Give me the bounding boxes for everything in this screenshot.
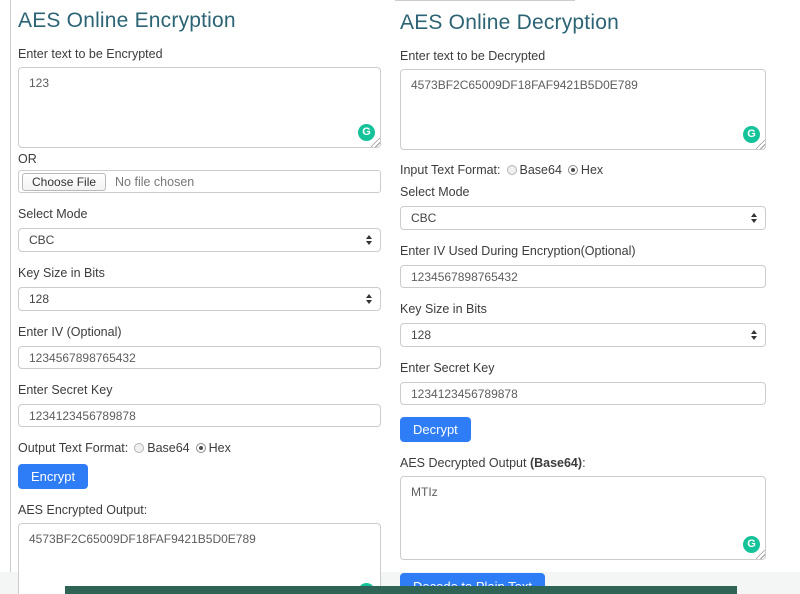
radio-hex-label[interactable]: Hex <box>581 163 603 177</box>
decrypted-output-textarea[interactable]: MTIz <box>400 476 766 560</box>
resize-handle-icon[interactable] <box>371 138 380 147</box>
select-stepper-icon <box>366 235 372 245</box>
decrypt-input-textarea[interactable]: 4573BF2C65009DF18FAF9421B5D0E789 <box>400 69 766 150</box>
radio-base64-label[interactable]: Base64 <box>520 163 562 177</box>
decrypt-iv-input[interactable] <box>400 265 766 288</box>
decrypt-key-label: Enter Secret Key <box>400 361 766 375</box>
radio-hex[interactable] <box>196 443 206 453</box>
encrypt-keysize-label: Key Size in Bits <box>18 266 381 280</box>
input-format-label: Input Text Format: <box>400 163 501 177</box>
resize-handle-icon[interactable] <box>756 140 765 149</box>
encrypted-output-textarea[interactable]: 4573BF2C65009DF18FAF9421B5D0E789 <box>18 523 381 594</box>
encrypt-key-label: Enter Secret Key <box>18 383 381 397</box>
radio-base64[interactable] <box>134 443 144 453</box>
page: AES Online Encryption Enter text to be E… <box>0 0 800 594</box>
encrypt-keysize-value: 128 <box>29 292 49 306</box>
output-format-label: Output Text Format: <box>18 441 128 455</box>
footer-bar <box>65 586 737 594</box>
decrypt-keysize-select[interactable]: 128 <box>400 323 766 347</box>
decrypted-output-label: AES Decrypted Output (Base64): <box>400 456 766 470</box>
output-format-row: Output Text Format: Base64 Hex <box>18 441 381 455</box>
encrypt-mode-value: CBC <box>29 233 54 247</box>
encrypt-mode-label: Select Mode <box>18 207 381 221</box>
resize-handle-icon[interactable] <box>756 550 765 559</box>
input-format-row: Input Text Format: Base64 Hex <box>400 163 766 177</box>
encrypted-output-label: AES Encrypted Output: <box>18 503 381 517</box>
encrypt-keysize-select[interactable]: 128 <box>18 287 381 311</box>
encrypt-iv-input[interactable] <box>18 346 381 369</box>
decrypt-mode-value: CBC <box>411 211 436 225</box>
decrypt-keysize-value: 128 <box>411 328 431 342</box>
encrypt-mode-select[interactable]: CBC <box>18 228 381 252</box>
select-stepper-icon <box>751 330 757 340</box>
decrypt-mode-label: Select Mode <box>400 185 766 199</box>
decryption-panel: AES Online Decryption Enter text to be D… <box>400 0 766 594</box>
radio-base64-label[interactable]: Base64 <box>147 441 189 455</box>
radio-hex[interactable] <box>568 165 578 175</box>
radio-base64[interactable] <box>507 165 517 175</box>
encrypt-input-textarea[interactable]: 123 <box>18 67 381 148</box>
encryption-title: AES Online Encryption <box>18 9 381 33</box>
encrypt-key-input[interactable] <box>18 404 381 427</box>
encrypt-input-label: Enter text to be Encrypted <box>18 47 381 61</box>
decrypt-mode-select[interactable]: CBC <box>400 206 766 230</box>
encrypt-iv-label: Enter IV (Optional) <box>18 325 381 339</box>
radio-hex-label[interactable]: Hex <box>209 441 231 455</box>
select-stepper-icon <box>366 294 372 304</box>
decrypt-iv-label: Enter IV Used During Encryption(Optional… <box>400 244 766 258</box>
decrypt-input-label: Enter text to be Decrypted <box>400 49 766 63</box>
encrypt-button[interactable]: Encrypt <box>18 464 88 489</box>
decrypt-button[interactable]: Decrypt <box>400 417 471 442</box>
decryption-title: AES Online Decryption <box>400 11 766 35</box>
or-label: OR <box>18 152 381 166</box>
decrypt-key-input[interactable] <box>400 382 766 405</box>
select-stepper-icon <box>751 213 757 223</box>
encryption-panel: AES Online Encryption Enter text to be E… <box>10 0 381 572</box>
choose-file-button[interactable]: Choose File <box>22 173 106 191</box>
file-input[interactable]: Choose File No file chosen <box>18 170 381 193</box>
file-status-text: No file chosen <box>115 175 194 189</box>
decrypt-keysize-label: Key Size in Bits <box>400 302 766 316</box>
